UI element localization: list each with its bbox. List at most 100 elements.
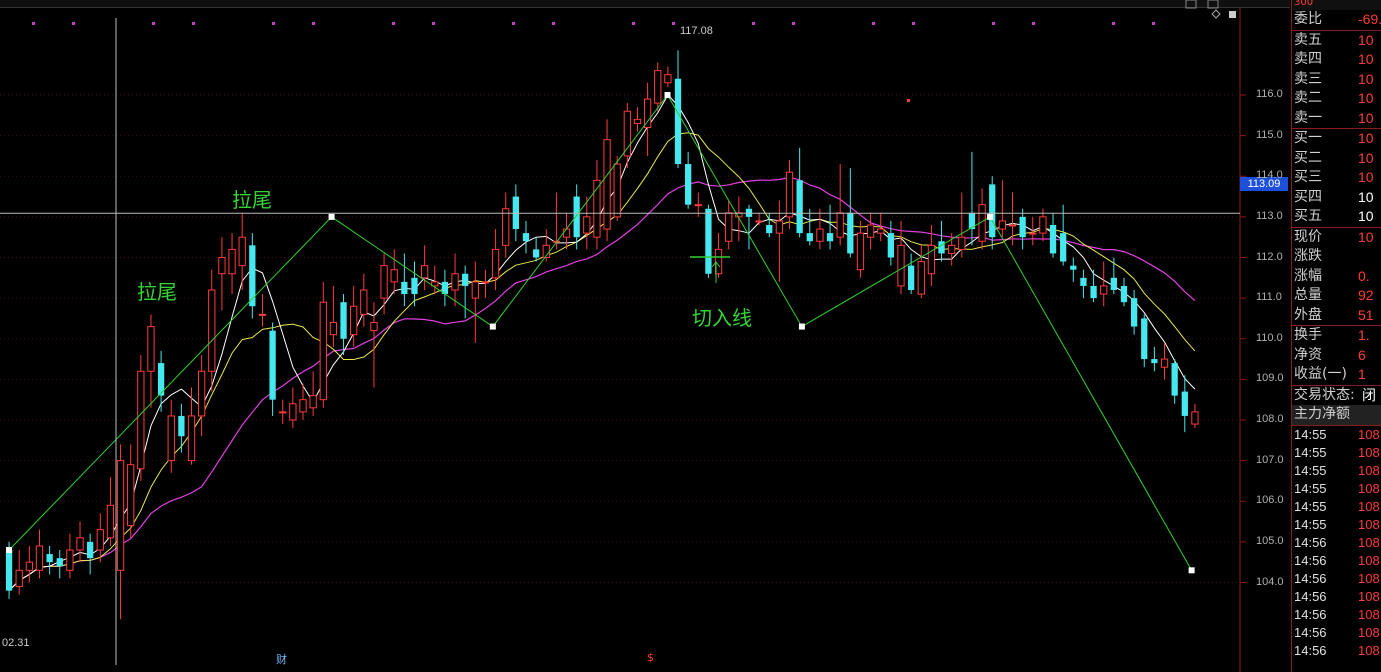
signal-dot xyxy=(912,22,915,25)
candle-body xyxy=(1008,224,1017,227)
candle-body xyxy=(1019,216,1026,238)
signal-dot xyxy=(752,22,755,25)
stats-value: 1 xyxy=(1358,366,1366,382)
candle-body xyxy=(573,196,580,238)
orderbook-value: 10 xyxy=(1358,70,1374,87)
quote-side-panel: 300 委比 -69. 卖五 10 卖四 10 卖三 10 卖二 10 卖一 10 买一 10 买二 10 买三… xyxy=(1291,0,1381,672)
stats-label: 净资 xyxy=(1294,346,1322,363)
candle-body xyxy=(816,228,824,242)
candle-body xyxy=(1049,225,1057,254)
quote-value: 0. xyxy=(1358,267,1370,284)
axis-tick-label: 114.0 xyxy=(1256,169,1283,182)
candle-body xyxy=(309,395,317,409)
candle-body xyxy=(401,281,408,295)
candle-body xyxy=(25,561,33,571)
axis-tick-label: 115.0 xyxy=(1256,128,1283,141)
orderbook-row: 卖三 10 xyxy=(1292,70,1381,90)
candle-body xyxy=(847,212,854,254)
signal-dot xyxy=(632,22,635,25)
candle-body xyxy=(1120,285,1128,303)
candle-body xyxy=(471,281,479,299)
tick-time: 14:55 xyxy=(1294,516,1327,532)
tick-price: 108 xyxy=(1358,498,1380,514)
candle-body xyxy=(56,558,63,567)
stats-row: 换手 1. xyxy=(1292,326,1381,346)
signal-dot xyxy=(32,22,35,25)
annotation-entry-line: 切入线 xyxy=(692,306,752,330)
orderbook-label: 买三 xyxy=(1294,169,1322,185)
candle-body xyxy=(106,504,115,539)
tick-price: 108 xyxy=(1358,552,1380,568)
toolbar-icon xyxy=(1207,0,1219,9)
signal-dot xyxy=(392,22,395,25)
stats-row: 收益(一) 1 xyxy=(1292,365,1381,385)
finance-event-marker[interactable]: 财 xyxy=(276,651,287,667)
quote-label: 外盘 xyxy=(1294,306,1322,323)
ma10-line xyxy=(8,132,1196,591)
candle-body xyxy=(1090,285,1097,299)
tick-row: 14:55 108 xyxy=(1292,498,1381,516)
orderbook-value: 10 xyxy=(1358,130,1374,146)
tick-price: 108 xyxy=(1358,642,1380,658)
candle-body xyxy=(96,529,104,551)
candle-body xyxy=(35,545,44,571)
candle-body xyxy=(887,233,895,258)
candle-body xyxy=(674,78,682,165)
candle-body xyxy=(167,415,175,462)
signal-dot xyxy=(992,22,995,25)
candle-body xyxy=(1130,298,1138,327)
trade-status-value: 闭 xyxy=(1362,386,1376,403)
tick-price: 108 xyxy=(1358,624,1380,640)
candle-body xyxy=(613,163,621,218)
orderbook-row: 卖二 10 xyxy=(1292,89,1381,109)
tick-time: 14:55 xyxy=(1294,498,1327,514)
axis-tick-label: 112.0 xyxy=(1256,250,1283,263)
tick-row: 14:56 108 xyxy=(1292,606,1381,624)
quote-label: 总量 xyxy=(1294,287,1322,303)
tick-time: 14:55 xyxy=(1294,480,1327,496)
candle-body xyxy=(1141,318,1148,360)
peak-price-label: 117.08 xyxy=(680,25,713,37)
candle-body xyxy=(917,261,925,295)
tick-price: 108 xyxy=(1358,588,1380,604)
candle-body xyxy=(1191,411,1199,425)
candle-body xyxy=(1070,265,1077,270)
candle-body xyxy=(907,265,915,290)
netflow-label: 主力净额 xyxy=(1294,406,1350,422)
tick-list[interactable]: 14:55 108 14:55 108 14:55 108 14:55 108 14:55 108… xyxy=(1292,426,1381,660)
dividend-event-marker[interactable]: $ xyxy=(647,651,654,664)
toolbar-icon xyxy=(1185,0,1197,9)
candle-body xyxy=(279,411,287,414)
candle-body xyxy=(1151,359,1158,364)
ma20-line xyxy=(8,176,1196,592)
candle-body xyxy=(370,322,378,332)
candle-body xyxy=(218,257,226,275)
diamond-icon xyxy=(1211,9,1221,19)
orderbook-value: 10 xyxy=(1358,188,1374,205)
zigzag-node xyxy=(664,92,671,98)
candle-body xyxy=(775,220,784,234)
stats-value: 1. xyxy=(1358,327,1370,343)
annotation-latail-upper: 拉尾 xyxy=(232,188,272,212)
axis-tick-label: 104.0 xyxy=(1256,575,1284,588)
kline-chart[interactable] xyxy=(0,0,1290,672)
quote-label: 涨幅 xyxy=(1294,267,1322,284)
quote-block: 现价 10 涨跌 涨幅 0. 总量 92 外盘 51 xyxy=(1292,228,1381,326)
candle-body xyxy=(15,569,23,588)
quote-value: 92 xyxy=(1358,287,1374,303)
orderbook-value: 10 xyxy=(1358,169,1374,185)
quote-row: 现价 10 xyxy=(1292,228,1381,248)
axis-tick-label: 116.0 xyxy=(1256,88,1283,100)
tick-price: 108 xyxy=(1358,606,1380,622)
netflow-row[interactable]: 主力净额 xyxy=(1292,405,1381,425)
kline-chart-area[interactable]: 117.08 113.09 02.31 拉尾 拉尾 切入线 财 $ 104.0 1… xyxy=(0,0,1290,672)
stats-value: 6 xyxy=(1358,346,1366,363)
candle-body xyxy=(685,164,692,205)
orderbook-row: 委比 -69. xyxy=(1292,10,1381,30)
annotation-latail-lower: 拉尾 xyxy=(137,280,177,304)
order-book: 委比 -69. 卖五 10 卖四 10 卖三 10 卖二 10 卖一 10 买一 10 买二 10 买三 10 买四… xyxy=(1292,10,1381,227)
candle-body xyxy=(1029,232,1037,235)
orderbook-label: 卖五 xyxy=(1294,31,1322,48)
stats-label: 换手 xyxy=(1294,327,1322,343)
orderbook-value: 10 xyxy=(1358,208,1374,224)
